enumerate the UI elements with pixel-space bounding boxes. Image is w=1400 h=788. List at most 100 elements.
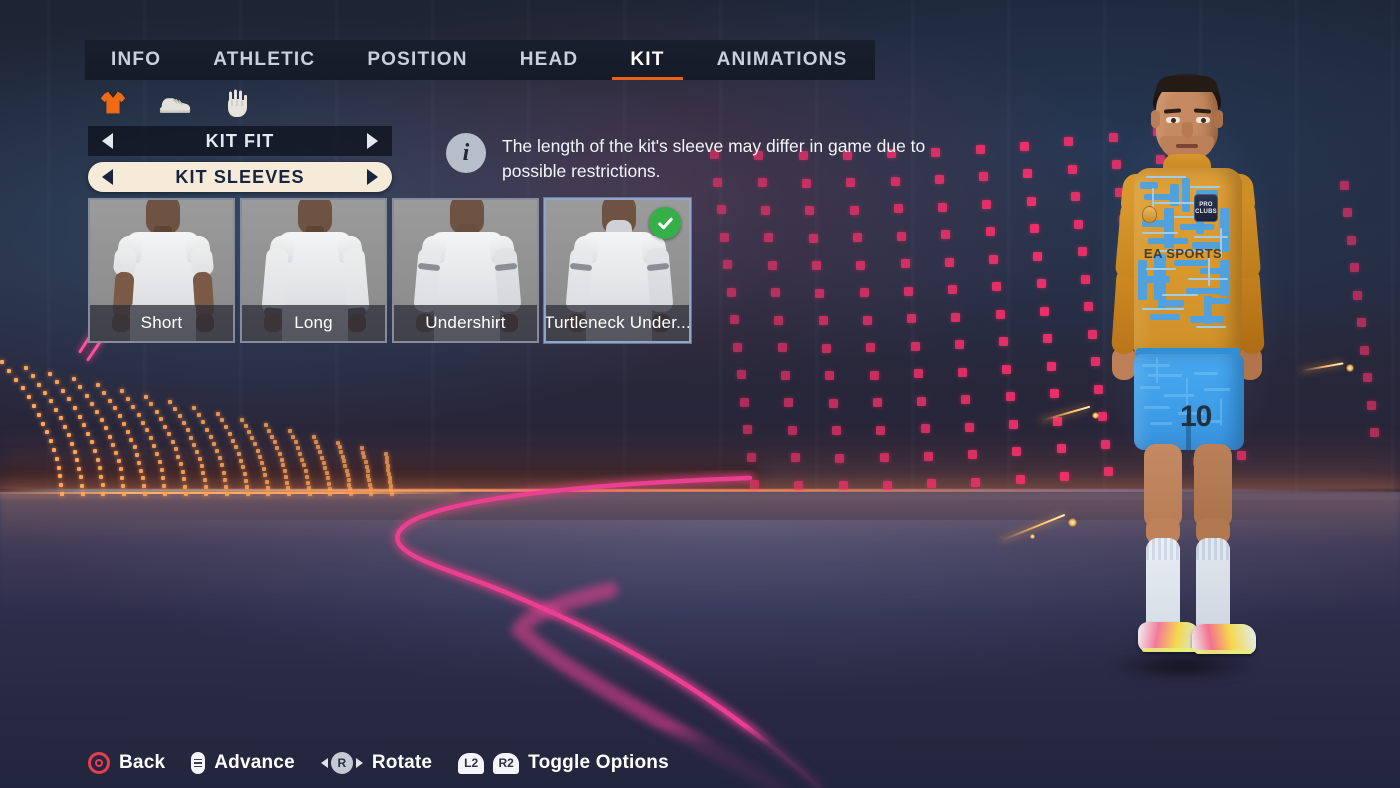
kit-option-card[interactable]: Long <box>240 198 387 343</box>
legend-rotate[interactable]: R Rotate <box>320 752 432 774</box>
jersey-icon[interactable] <box>96 86 130 120</box>
tab-head[interactable]: HEAD <box>494 40 605 80</box>
decor-pink-dot <box>872 398 882 408</box>
tab-animations[interactable]: ANIMATIONS <box>691 40 874 80</box>
shorts-pattern-shape <box>1164 394 1194 397</box>
decor-pink-dot <box>938 202 948 212</box>
decor-pink-dot <box>958 367 968 377</box>
decor-pink-dot <box>1002 364 1012 374</box>
decor-pink-dot <box>866 343 876 353</box>
legend-advance[interactable]: Advance <box>191 752 295 774</box>
tab-label: KIT <box>630 49 665 70</box>
jersey-pattern-shape <box>1182 178 1190 212</box>
decor-pink-dot <box>791 453 800 463</box>
decor-pink-dot <box>989 254 998 264</box>
decor-pink-dot <box>859 288 869 298</box>
kit-option-label: Long <box>242 305 385 341</box>
decor-pink-dot <box>951 312 961 322</box>
decor-pink-dot <box>818 316 828 326</box>
decor-pink-dot <box>1012 447 1022 457</box>
decor-pink-dot <box>764 233 774 243</box>
decor-pink-dot <box>781 370 790 380</box>
kit-option-card[interactable]: Undershirt <box>392 198 539 343</box>
player-hairline <box>1156 76 1218 92</box>
player-pupil-right <box>1201 118 1206 123</box>
decor-pink-dot <box>1009 419 1018 429</box>
kit-fit-next-arrow[interactable] <box>367 133 378 149</box>
decor-pink-dot <box>784 398 794 408</box>
mannequin-part <box>493 247 522 313</box>
decor-pink-dot <box>907 314 917 324</box>
glove-icon[interactable] <box>220 86 254 120</box>
player-thigh-left <box>1144 444 1182 528</box>
badge-line-1: PRO <box>1199 201 1213 208</box>
decor-pink-dot <box>876 425 886 435</box>
kit-sleeves-next-arrow[interactable] <box>367 169 378 185</box>
jersey-pattern-line <box>1146 176 1186 178</box>
legend-toggle-options[interactable]: L2 R2 Toggle Options <box>458 752 669 774</box>
jersey-sponsor-text: EA SPORTS <box>1143 246 1223 261</box>
decor-pink-dot <box>743 425 753 434</box>
decor-pink-dot <box>985 227 995 237</box>
shorts-pattern-shape <box>1194 372 1218 375</box>
jersey-pattern-line <box>1196 326 1226 328</box>
touchpad-icon <box>191 752 206 774</box>
decor-pink-dot <box>808 233 818 243</box>
badge-line-2: CLUBS <box>1195 208 1217 215</box>
decor-pink-dot <box>1020 141 1029 151</box>
tab-athletic[interactable]: ATHLETIC <box>187 40 341 80</box>
decor-pink-dot <box>815 288 825 298</box>
decor-pink-dot <box>944 257 954 267</box>
decor-pink-dot <box>723 260 733 269</box>
legend-back[interactable]: Back <box>88 752 165 774</box>
option-row-kit-fit[interactable]: KIT FIT <box>88 126 392 156</box>
info-tooltip: i The length of the kit's sleeve may dif… <box>446 133 946 184</box>
decor-pink-dot <box>992 282 1002 292</box>
tab-label: POSITION <box>367 49 468 70</box>
decor-pink-dot <box>897 231 907 241</box>
decor-pink-dot <box>1350 263 1359 272</box>
decor-pink-dot <box>1343 208 1353 217</box>
decor-pink-dot <box>774 315 784 325</box>
boot-icon[interactable] <box>158 86 192 120</box>
decor-pink-dot <box>726 287 736 297</box>
decor-spark <box>1346 364 1354 372</box>
option-row-kit-sleeves[interactable]: KIT SLEEVES <box>88 162 392 192</box>
jersey-pattern-shape <box>1204 296 1212 324</box>
kit-sleeves-prev-arrow[interactable] <box>102 169 113 185</box>
shorts-pattern-shape <box>1140 386 1160 389</box>
decor-pink-dot <box>811 261 821 271</box>
decor-pink-dot <box>771 288 780 298</box>
player-sock-top-left <box>1146 538 1180 560</box>
tab-position[interactable]: POSITION <box>341 40 493 80</box>
shorts-pattern-shape <box>1156 357 1158 383</box>
kit-fit-prev-arrow[interactable] <box>102 133 113 149</box>
decor-pink-dot <box>1363 373 1373 382</box>
tab-kit[interactable]: KIT <box>604 40 690 80</box>
player-character[interactable]: PRO CLUBS EA SPORTS 10 <box>1032 52 1342 712</box>
player-boot-sole-right <box>1196 650 1252 654</box>
decor-pink-dot <box>900 259 910 269</box>
tab-info[interactable]: INFO <box>85 40 187 80</box>
shorts-pattern-shape <box>1220 398 1222 426</box>
kit-option-card[interactable]: Turtleneck Under... <box>544 198 691 343</box>
decor-pink-dot <box>777 343 787 353</box>
shorts-pattern-shape <box>1204 388 1230 391</box>
decor-pink-dot <box>849 205 859 215</box>
decor-pink-dot <box>856 260 866 270</box>
decor-pink-dot <box>1370 428 1379 437</box>
player-ear-left <box>1151 110 1160 128</box>
decor-pink-dot <box>828 398 838 408</box>
decor-pink-dot <box>999 337 1008 347</box>
decor-pink-dot <box>869 370 879 380</box>
decor-pink-dot <box>903 286 913 296</box>
decor-pink-dot <box>1346 235 1356 245</box>
decor-pink-dot <box>821 343 831 353</box>
kit-option-card[interactable]: Short <box>88 198 235 343</box>
jersey-pattern-line <box>1194 236 1228 238</box>
player-pupil-left <box>1171 118 1176 123</box>
r2-trigger-icon: R2 <box>493 752 520 774</box>
decor-pink-dot <box>913 369 923 379</box>
decor-pink-dot <box>1353 290 1363 300</box>
decor-pink-dot <box>730 315 739 324</box>
